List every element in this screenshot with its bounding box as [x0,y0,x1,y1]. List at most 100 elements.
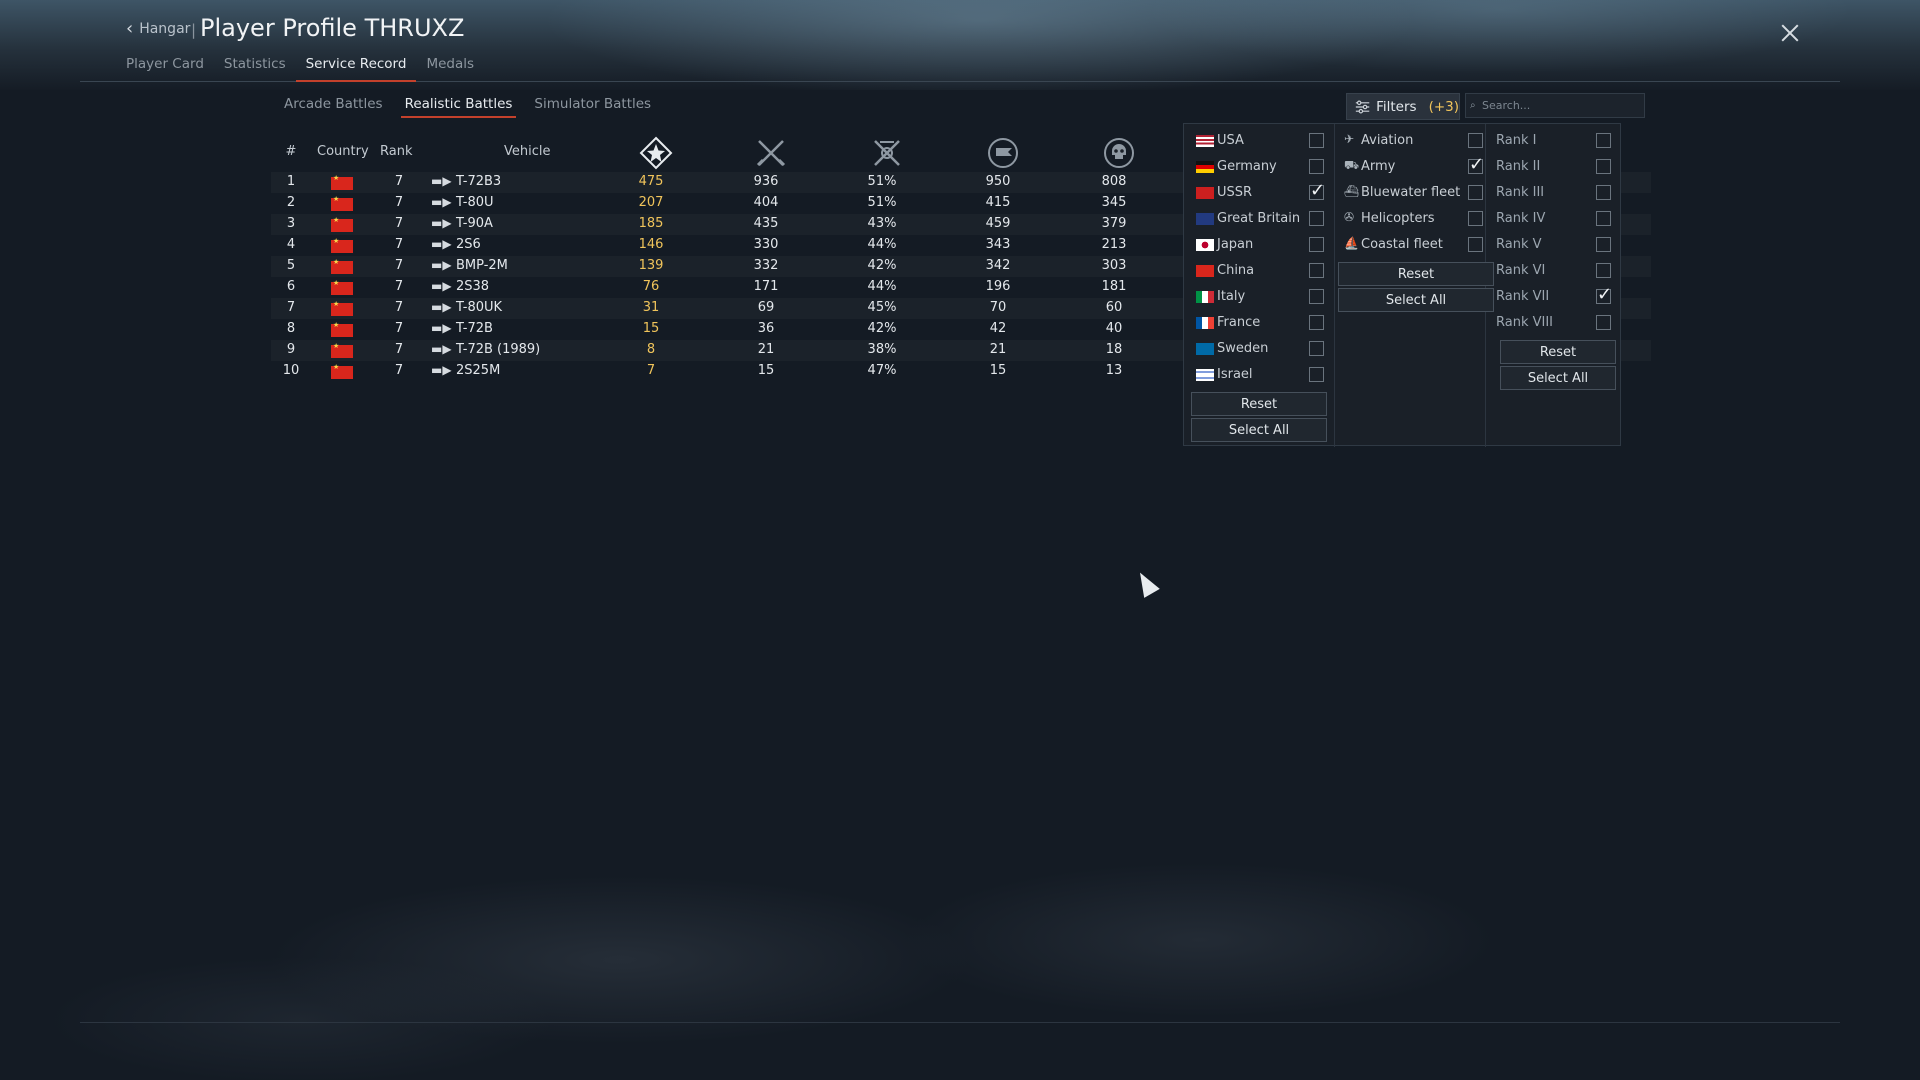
country-filter-usa[interactable]: USA [1184,126,1334,152]
checkbox[interactable] [1468,154,1484,175]
back-to-hangar-button[interactable]: ‹ Hangar [126,20,190,38]
checkbox[interactable] [1596,211,1611,226]
country-filter-italy[interactable]: Italy [1184,282,1334,308]
germany-flag-icon [1196,161,1214,173]
country-filter-great-britain[interactable]: Great Britain [1184,204,1334,230]
country-select-all-button[interactable]: Select All [1191,418,1327,442]
filter-label: Japan [1217,237,1254,252]
back-label: Hangar [139,21,191,37]
rank-filter-rank-viii[interactable]: Rank VIII [1486,308,1620,334]
win-rate-icon[interactable] [870,136,904,170]
checkbox[interactable] [1309,159,1324,174]
checkbox[interactable] [1596,263,1611,278]
col-header-num[interactable]: # [271,144,311,159]
tab-arcade-battles[interactable]: Arcade Battles [274,96,393,118]
ship-icon: ⛴ [1344,184,1360,198]
kills-icon[interactable] [754,136,788,170]
checkbox[interactable] [1596,284,1612,305]
country-filter-france[interactable]: France [1184,308,1334,334]
checkbox[interactable] [1309,341,1324,356]
checkbox[interactable] [1309,237,1324,252]
row-stat-win-rate: 45% [867,300,897,315]
type-filter-coastal-fleet[interactable]: ⛵ Coastal fleet [1335,230,1485,256]
rank-filter-rank-ii[interactable]: Rank II [1486,152,1620,178]
type-filter-bluewater-fleet[interactable]: ⛴ Bluewater fleet [1335,178,1485,204]
tab-player-card[interactable]: Player Card [126,56,214,82]
country-filter-israel[interactable]: Israel [1184,360,1334,386]
filter-label: Rank VII [1496,289,1550,304]
country-filter-japan[interactable]: Japan [1184,230,1334,256]
row-stat-win-rate: 44% [867,237,897,252]
tank-icon: ▬▶ [431,258,452,272]
rank-filter-rank-vii[interactable]: Rank VII [1486,282,1620,308]
checkbox[interactable] [1309,133,1324,148]
row-stat-deaths: 40 [1105,321,1123,336]
capture-icon[interactable] [986,136,1020,170]
type-reset-button[interactable]: Reset [1338,262,1494,286]
row-stat-capture: 459 [985,216,1011,231]
rank-filter-rank-vi[interactable]: Rank VI [1486,256,1620,282]
checkbox[interactable] [1309,263,1324,278]
checkbox[interactable] [1468,133,1483,148]
checkbox[interactable] [1309,289,1324,304]
tab-statistics[interactable]: Statistics [214,56,296,82]
rank-select-all-button[interactable]: Select All [1500,366,1616,390]
row-stat-capture: 70 [989,300,1007,315]
country-reset-button[interactable]: Reset [1191,392,1327,416]
row-vehicle-name: T-72B [456,321,493,336]
type-select-all-button[interactable]: Select All [1338,288,1494,312]
country-filter-sweden[interactable]: Sweden [1184,334,1334,360]
tab-medals[interactable]: Medals [416,56,484,82]
row-stat-capture: 342 [985,258,1011,273]
type-filter-army[interactable]: ⛟ Army [1335,152,1485,178]
filter-sliders-icon [1355,100,1370,113]
row-stat-capture: 415 [985,195,1011,210]
type-filter-aviation[interactable]: ✈ Aviation [1335,126,1485,152]
checkbox[interactable] [1309,211,1324,226]
country-filter-ussr[interactable]: USSR [1184,178,1334,204]
deaths-icon[interactable] [1102,136,1136,170]
checkbox[interactable] [1309,180,1325,201]
checkbox[interactable] [1596,237,1611,252]
rank-reset-button[interactable]: Reset [1500,340,1616,364]
country-filter-china[interactable]: China [1184,256,1334,282]
checkbox[interactable] [1596,315,1611,330]
checkbox[interactable] [1596,159,1611,174]
tab-service-record[interactable]: Service Record [295,56,417,82]
rank-filter-rank-i[interactable]: Rank I [1486,126,1620,152]
col-header-country[interactable]: Country [317,144,369,159]
checkbox[interactable] [1309,315,1324,330]
row-stat-capture: 21 [989,342,1007,357]
col-header-rank[interactable]: Rank [380,144,412,159]
rank-filter-rank-iii[interactable]: Rank III [1486,178,1620,204]
checkbox[interactable] [1468,185,1483,200]
row-stat-battles: 207 [638,195,664,210]
battles-icon[interactable] [639,136,673,170]
chevron-left-icon: ‹ [126,18,134,39]
japan-flag-icon [1196,239,1214,251]
checkbox[interactable] [1309,367,1324,382]
row-stat-battles: 7 [646,363,656,378]
col-header-vehicle[interactable]: Vehicle [504,144,551,159]
type-filter-helicopters[interactable]: ✇ Helicopters [1335,204,1485,230]
checkbox[interactable] [1468,237,1483,252]
tank-icon: ▬▶ [431,216,452,230]
tab-simulator-battles[interactable]: Simulator Battles [524,96,661,118]
country-filter-germany[interactable]: Germany [1184,152,1334,178]
rank-filter-rank-v[interactable]: Rank V [1486,230,1620,256]
checkbox[interactable] [1596,133,1611,148]
filters-panel: USA Germany USSR Great Britain Japan China Ita… [1183,123,1621,447]
checkbox[interactable] [1468,211,1483,226]
checkbox[interactable] [1596,185,1611,200]
filters-button[interactable]: Filters (+3) [1346,93,1460,120]
row-vehicle-name: 2S6 [456,237,481,252]
tank-icon: ▬▶ [431,237,452,251]
close-icon[interactable] [1778,22,1802,46]
footer-divider [80,1022,1840,1023]
search-input[interactable]: ⌕ Search... [1465,93,1645,118]
filter-label: France [1217,315,1261,330]
tab-realistic-battles[interactable]: Realistic Battles [395,96,523,118]
rank-filter-rank-iv[interactable]: Rank IV [1486,204,1620,230]
sweden-flag-icon [1196,343,1214,355]
profile-tabs: Player Card Statistics Service Record Me… [126,56,484,82]
